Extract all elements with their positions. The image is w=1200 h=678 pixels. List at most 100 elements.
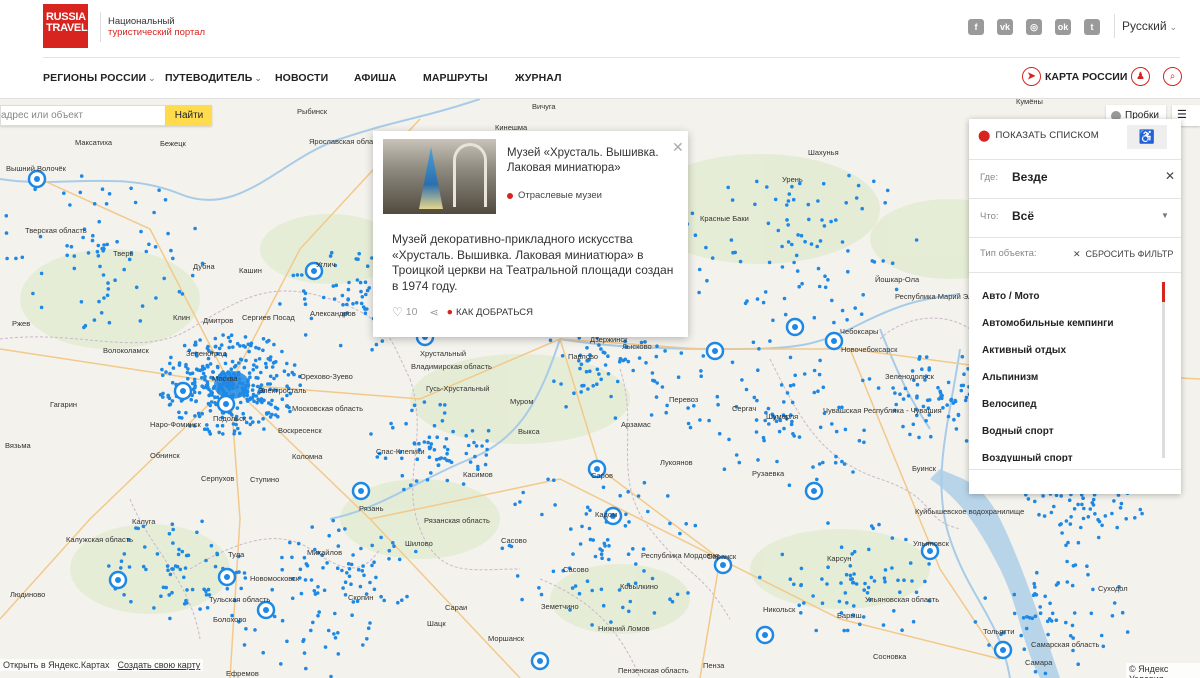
poi-marker[interactable] (115, 239, 119, 244)
poi-marker[interactable] (1019, 633, 1023, 638)
poi-marker[interactable] (782, 296, 787, 301)
poi-marker[interactable] (356, 567, 361, 572)
poi-marker[interactable] (72, 254, 77, 258)
poi-marker[interactable] (290, 596, 295, 601)
poi-marker[interactable] (1124, 517, 1128, 521)
poi-marker[interactable] (485, 447, 489, 452)
poi-marker[interactable] (537, 586, 541, 590)
poi-marker[interactable] (590, 588, 594, 593)
poi-marker[interactable] (392, 544, 396, 548)
poi-marker[interactable] (1072, 611, 1077, 615)
poi-marker[interactable] (302, 297, 307, 301)
poi-marker[interactable] (368, 580, 372, 585)
poi-marker[interactable] (202, 385, 206, 390)
poi-marker[interactable] (445, 451, 449, 456)
poi-marker[interactable] (845, 601, 849, 605)
poi-marker[interactable] (81, 235, 85, 240)
poi-marker[interactable] (797, 435, 802, 439)
poi-marker[interactable] (1054, 493, 1059, 498)
poi-marker[interactable] (231, 345, 235, 349)
poi-marker[interactable] (780, 552, 785, 557)
poi-marker[interactable] (686, 591, 690, 595)
poi-marker[interactable] (290, 555, 294, 560)
poi-marker[interactable] (186, 376, 190, 381)
poi-marker[interactable] (188, 372, 193, 376)
poi-marker[interactable] (744, 387, 749, 392)
poi-marker[interactable] (766, 406, 771, 411)
poi-marker[interactable] (1088, 507, 1093, 511)
poi-marker[interactable] (396, 600, 400, 605)
poi-marker[interactable] (1099, 633, 1104, 638)
poi-marker[interactable] (794, 253, 799, 258)
poi-marker[interactable] (243, 335, 248, 339)
poi-marker[interactable] (1060, 531, 1064, 535)
poi-marker[interactable] (333, 611, 337, 616)
poi-marker[interactable] (144, 567, 148, 572)
poi-marker[interactable] (97, 219, 101, 224)
poi-marker[interactable] (1138, 507, 1143, 512)
poi-marker[interactable] (584, 369, 589, 374)
poi-marker[interactable] (634, 562, 638, 566)
poi-marker[interactable] (846, 269, 850, 274)
poi-marker[interactable] (929, 434, 933, 439)
poi-marker[interactable] (515, 574, 520, 578)
poi-marker[interactable] (119, 566, 123, 570)
poi-marker[interactable] (678, 531, 682, 536)
poi-marker[interactable] (400, 456, 404, 461)
poi-marker[interactable] (251, 420, 255, 424)
poi-marker[interactable] (255, 400, 259, 405)
poi-marker[interactable] (663, 349, 667, 353)
poi-marker[interactable] (220, 423, 225, 428)
poi-marker[interactable] (901, 397, 906, 401)
poi-marker[interactable] (184, 553, 189, 558)
poi-marker[interactable] (129, 599, 133, 604)
poi-marker[interactable] (599, 552, 604, 556)
poi-marker[interactable] (856, 183, 861, 188)
poi-marker[interactable] (799, 611, 803, 615)
poi-marker[interactable] (182, 343, 187, 348)
poi-marker[interactable] (170, 380, 175, 385)
poi-marker[interactable] (802, 372, 807, 376)
poi-marker[interactable] (261, 417, 265, 421)
poi-marker[interactable] (184, 411, 188, 415)
poi-marker[interactable] (1101, 644, 1106, 649)
yandex-map[interactable]: Вышний Волочёк Максатиха Бежецк Рыбинск Ярос… (0, 99, 1200, 678)
poi-marker[interactable] (209, 389, 213, 394)
poi-marker[interactable] (239, 586, 243, 591)
poi-marker[interactable] (705, 278, 709, 283)
poi-marker[interactable] (949, 397, 954, 402)
poi-marker[interactable] (285, 361, 289, 366)
poi-marker[interactable] (1033, 585, 1037, 589)
poi-marker[interactable] (152, 606, 156, 610)
poi-marker[interactable] (329, 250, 334, 255)
poi-marker[interactable] (169, 355, 173, 360)
clear-icon[interactable]: ✕ (1165, 169, 1175, 183)
poi-marker[interactable] (105, 242, 109, 247)
poi-marker[interactable] (215, 364, 220, 369)
poi-marker[interactable] (254, 375, 258, 380)
poi-marker[interactable] (426, 440, 430, 445)
poi-marker[interactable] (877, 522, 881, 527)
poi-marker[interactable] (588, 508, 592, 513)
poi-marker[interactable] (298, 567, 303, 572)
poi-marker[interactable] (1038, 611, 1043, 615)
poi-marker[interactable] (783, 312, 788, 317)
poi-marker[interactable] (309, 578, 314, 582)
poi-marker[interactable] (242, 365, 247, 370)
poi-marker[interactable] (101, 273, 106, 277)
poi-marker[interactable] (904, 537, 908, 542)
poi-marker[interactable] (756, 368, 760, 373)
poi-marker[interactable] (637, 356, 642, 360)
poi-marker[interactable] (862, 440, 866, 445)
poi-marker[interactable] (1112, 499, 1116, 503)
poi-marker[interactable] (894, 287, 899, 292)
poi-marker[interactable] (832, 320, 836, 325)
poi-marker[interactable] (851, 580, 855, 585)
poi-marker[interactable] (817, 284, 822, 289)
poi-marker[interactable] (244, 358, 248, 363)
poi-marker[interactable] (270, 398, 274, 403)
poi-marker[interactable] (379, 594, 383, 599)
poi-marker[interactable] (987, 643, 991, 647)
poi-marker[interactable] (273, 413, 278, 417)
poi-marker[interactable] (569, 527, 573, 531)
